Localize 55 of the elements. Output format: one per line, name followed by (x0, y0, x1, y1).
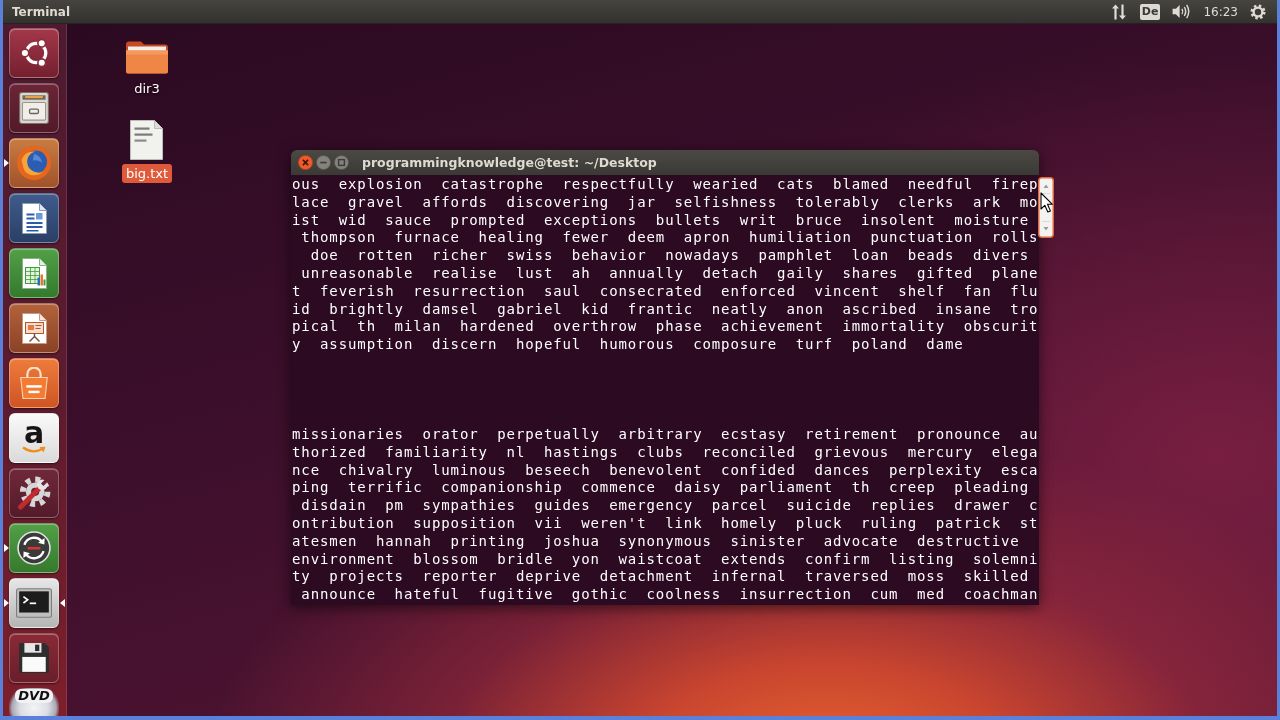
file-name-label[interactable]: dir3 (130, 79, 164, 98)
presentation-icon[interactable] (21, 312, 47, 344)
mouse-pointer-icon (1040, 192, 1053, 213)
network-arrows-icon[interactable] (1111, 3, 1126, 20)
terminal-line: missionaries orator perpetually arbitrary ecstasy retirement pronounce au (292, 426, 1039, 444)
terminal-line: ty projects reporter deprive detachment infernal traversed moss skilled (292, 568, 1029, 587)
text-file-icon[interactable] (130, 120, 164, 160)
launcher-button[interactable]: DVD (9, 688, 59, 716)
gear-icon[interactable] (1250, 3, 1266, 20)
launcher-button[interactable] (9, 303, 59, 353)
terminal-line: id brightly damsel gabriel kid frantic neatly anon ascribed insane tro (292, 300, 1039, 319)
launcher-button[interactable] (9, 578, 59, 628)
launcher-button[interactable] (9, 28, 59, 78)
terminal-line: nce chivalry luminous beseech benevolent confided dances perplexity esca (292, 461, 1039, 480)
globe-icon[interactable] (17, 146, 51, 180)
app-menu-title[interactable]: Terminal (12, 4, 71, 19)
terminal-line: ontribution supposition vii weren't link homely pluck ruling patrick st (292, 515, 1039, 533)
terminal-line: doe rotten richer swiss behavior nowadays pamphlet loan beads divers (309, 247, 1029, 265)
terminal-line: ous explosion catastrophe respectfully wearied cats blamed needful firep (292, 176, 1039, 194)
terminal-line: thompson furnace healing fewer deem apron humiliation punctuation rolls (300, 229, 1039, 248)
launcher-button[interactable] (9, 193, 59, 243)
circular-arrows-icon[interactable] (17, 531, 51, 565)
launcher-button[interactable]: a (9, 413, 59, 463)
terminal-line: atesmen hannah printing joshua synonymous sinister advocate destructive (292, 532, 1020, 551)
clock[interactable]: 16:23 (1203, 4, 1238, 19)
launcher-button[interactable] (9, 468, 59, 518)
close-icon[interactable] (298, 155, 313, 170)
keyboard-layout-indicator[interactable]: De (1139, 3, 1161, 20)
terminal-line: ping terrific companionship commence daisy parliament th creep pleading (292, 479, 1029, 498)
folder-icon[interactable] (125, 40, 169, 75)
terminal-line: announce hateful fugitive gothic coolness insurrection cum med coachman (300, 586, 1039, 604)
launcher-button[interactable] (9, 523, 59, 573)
launcher-button[interactable] (9, 633, 59, 683)
terminal-line: thorized familiarity nl hastings clubs reconciled grievous mercury elega (292, 443, 1039, 462)
file-cabinet-icon[interactable] (19, 92, 49, 124)
terminal-line: unreasonable realise lust ah annually detach gaily shares gifted plane (300, 265, 1039, 283)
window-title: programmingknowledge@test: ~/Desktop (362, 155, 657, 170)
terminal-line: environment blossom bridle yon waistcoat extends confirm listing solemni (292, 550, 1039, 569)
terminal-line: pical th milan hardened overthrow phase achievement immortality obscurit (292, 318, 1039, 337)
terminal-line: t feverish resurrection saul consecrated enforced vincent shelf fan flu (292, 282, 1039, 301)
terminal-line: ist wid sauce prompted exceptions bullets writ bruce insolent moisture (292, 211, 1029, 230)
minimize-icon[interactable] (316, 155, 331, 170)
terminal-icon[interactable] (16, 588, 52, 618)
file-name-label[interactable]: big.txt (121, 164, 173, 183)
ring-with-dots-icon[interactable] (20, 38, 48, 68)
spreadsheet-icon[interactable] (21, 257, 47, 289)
maximize-icon[interactable] (334, 155, 349, 170)
launcher-button[interactable] (9, 83, 59, 133)
terminal-line: y assumption discern hopeful humorous composure turf poland dame (292, 336, 964, 354)
volume-icon[interactable] (1172, 4, 1192, 19)
gear-wrench-icon[interactable] (17, 476, 51, 510)
document-icon[interactable] (21, 202, 47, 234)
terminal-line: disdain pm sympathies guides emergency parcel suicide replies drawer c (300, 497, 1039, 515)
shopping-bag-icon[interactable] (20, 367, 48, 399)
terminal-line: lace gravel affords discovering jar selfishness tolerably clerks ark mo (292, 193, 1039, 212)
